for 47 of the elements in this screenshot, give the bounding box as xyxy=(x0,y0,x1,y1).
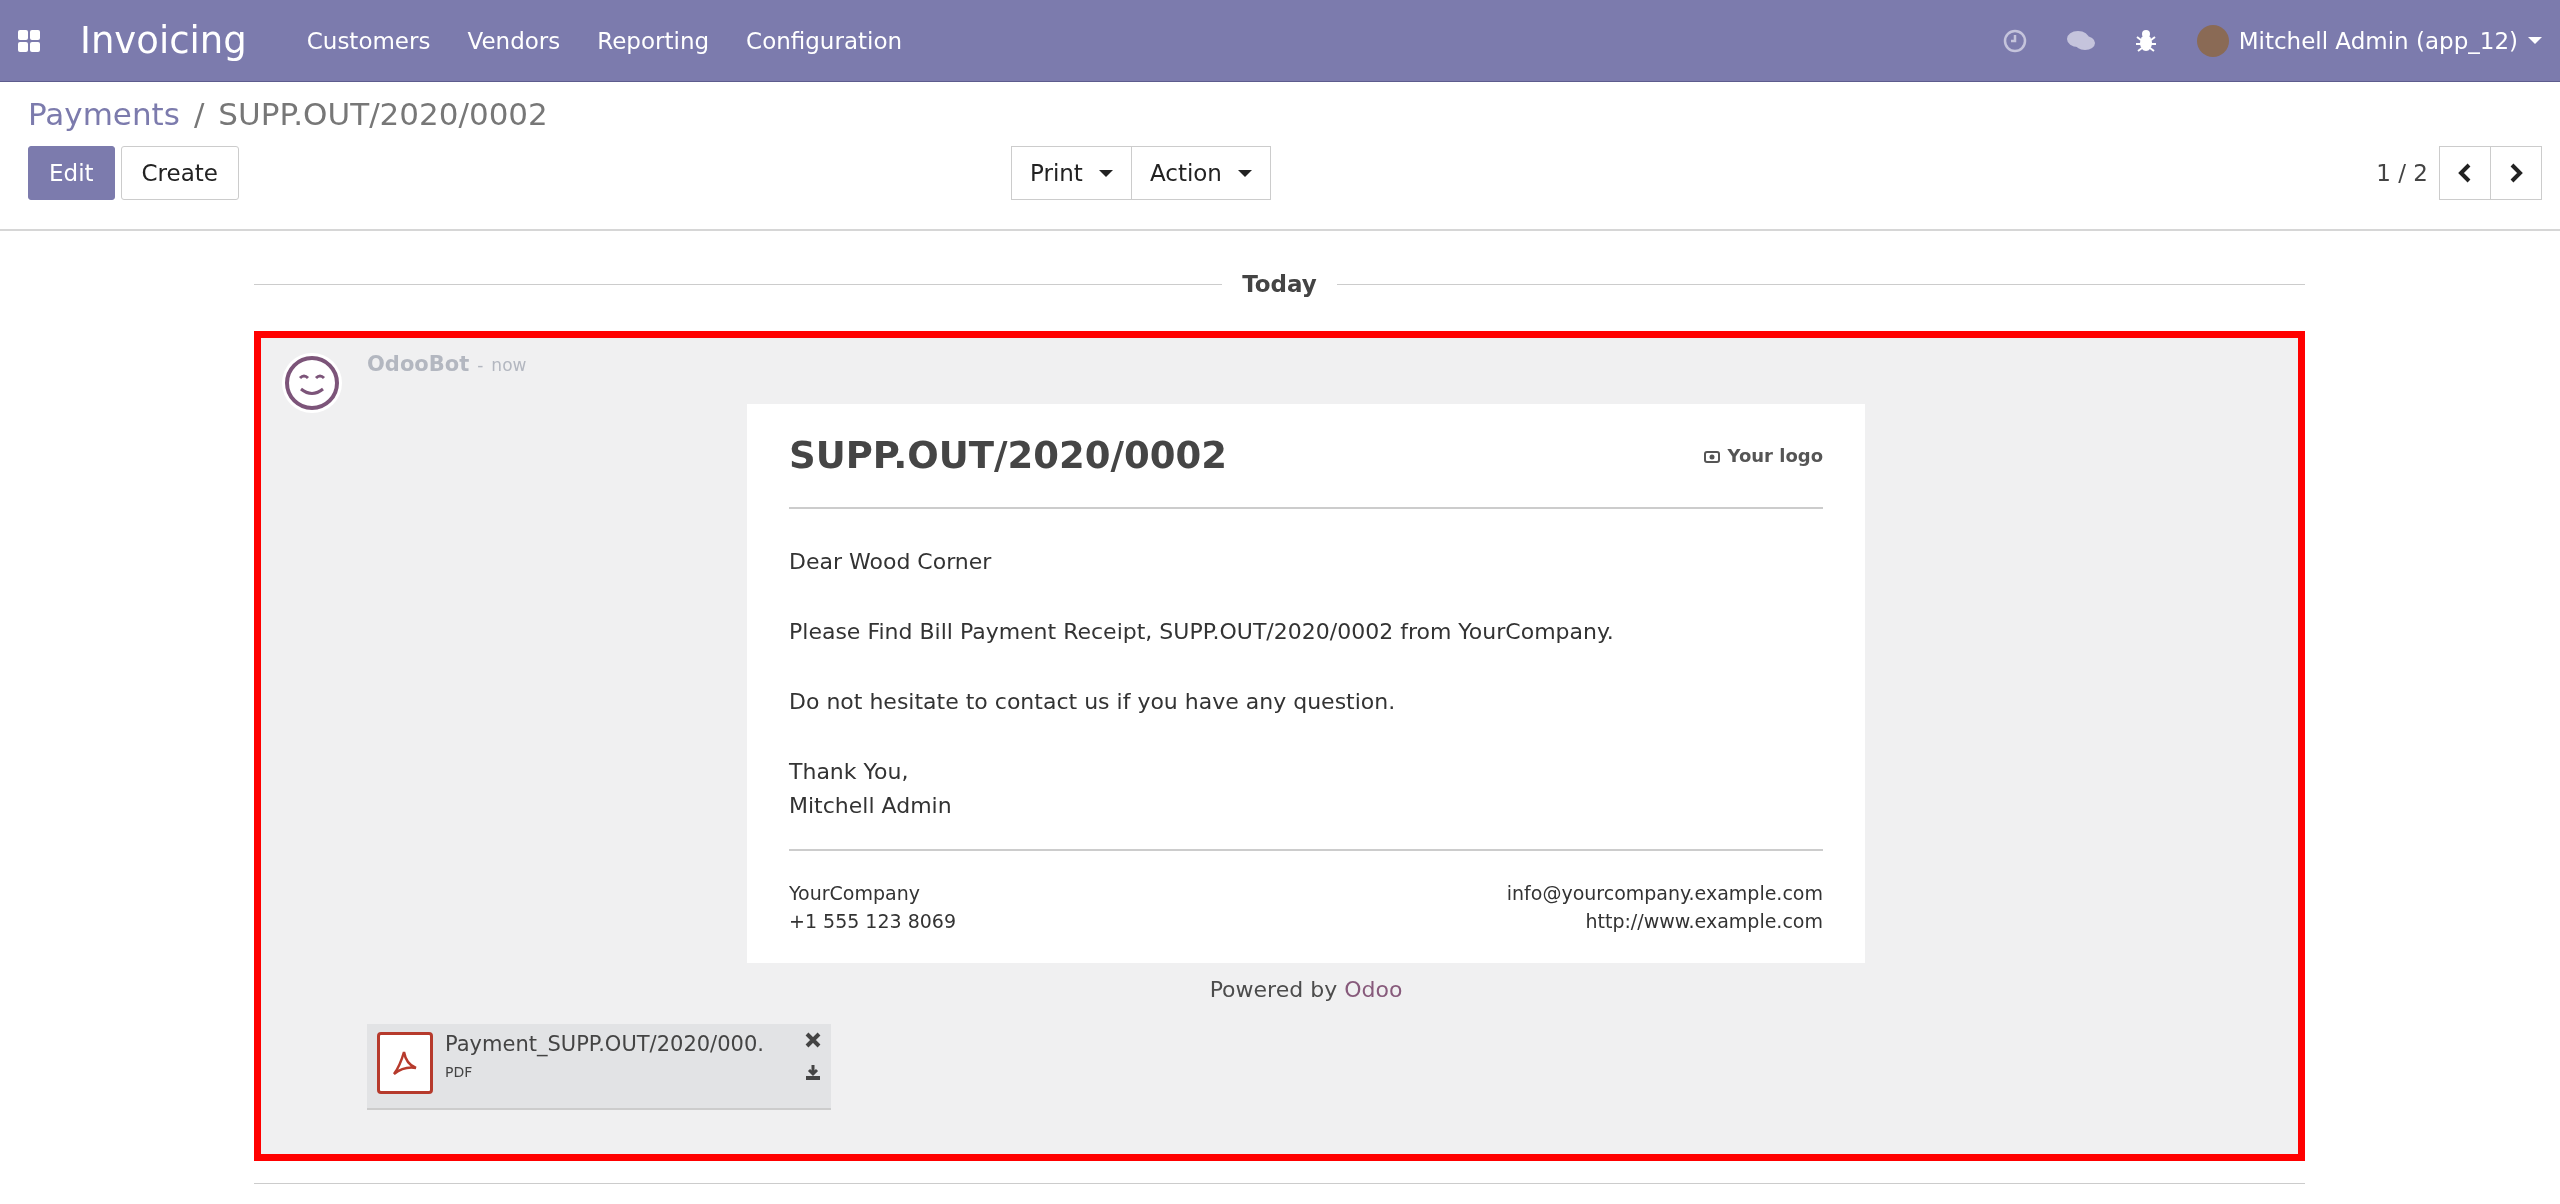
camera-icon xyxy=(1703,448,1720,463)
dropdown-button[interactable]: Action xyxy=(1130,146,1271,200)
email-paragraph: Dear Wood Corner xyxy=(789,548,993,576)
message-time: now xyxy=(491,355,527,375)
menu-item[interactable]: Configuration xyxy=(746,27,903,54)
company-info: +1 555 123 8069 xyxy=(789,909,956,934)
attachment-type: PDF xyxy=(445,1064,473,1080)
attachment-name: Payment_SUPP.OUT/2020/000. xyxy=(445,1032,764,1056)
caret-icon[interactable] xyxy=(2528,37,2542,44)
user-name[interactable]: Mitchell Admin (app_12) xyxy=(2238,27,2518,54)
contact-info: info@yourcompany.example.com xyxy=(1506,881,1823,906)
smiley-avatar-icon xyxy=(281,352,343,414)
dropdown-button[interactable]: Print xyxy=(1011,146,1132,200)
chat-icon[interactable] xyxy=(2066,29,2095,52)
menu-item[interactable]: Vendors xyxy=(467,27,561,54)
clock-icon[interactable] xyxy=(2002,28,2027,53)
attachment-card[interactable]: Payment_SUPP.OUT/2020/000. PDF xyxy=(367,1024,831,1110)
close-icon[interactable] xyxy=(805,1032,821,1048)
date-separator: Today xyxy=(1242,271,1317,297)
breadcrumb-separator: / xyxy=(193,96,205,132)
email-paragraph: Please Find Bill Payment Receipt, SUPP.OUT/2020/0002 from YourCompany. xyxy=(789,618,1615,646)
chevron-right-icon xyxy=(2508,163,2524,183)
email-paragraph: Do not hesitate to contact us if you have any question. xyxy=(789,688,1397,716)
powered-by-text: Powered by xyxy=(1209,977,1339,1002)
breadcrumb-link[interactable]: Payments xyxy=(28,96,180,132)
email-title: SUPP.OUT/2020/0002 xyxy=(789,434,1227,477)
download-icon[interactable] xyxy=(805,1064,821,1080)
create-button[interactable]: Create xyxy=(120,146,239,200)
menu-item[interactable]: Customers xyxy=(306,27,431,54)
apps-grid-icon[interactable] xyxy=(18,29,40,52)
company-info: YourCompany xyxy=(789,881,921,906)
email-paragraph: Thank You, Mitchell Admin xyxy=(789,758,953,820)
menu-item[interactable]: Reporting xyxy=(597,27,710,54)
pdf-icon xyxy=(377,1032,433,1094)
odoo-link[interactable]: Odoo xyxy=(1344,977,1403,1002)
next-button[interactable] xyxy=(2490,146,2542,200)
previous-button[interactable] xyxy=(2439,146,2491,200)
pager-value: 1 / 2 xyxy=(2376,160,2428,186)
chevron-left-icon xyxy=(2457,163,2473,183)
contact-info: http://www.example.com xyxy=(1584,909,1823,934)
bug-icon[interactable] xyxy=(2134,28,2157,53)
logo-text: Your logo xyxy=(1727,445,1823,466)
message-author: OdooBot xyxy=(367,352,470,376)
breadcrumb-current: SUPP.OUT/2020/0002 xyxy=(218,96,548,132)
edit-button[interactable]: Edit xyxy=(28,146,115,200)
message-separator: - xyxy=(477,355,484,375)
app-name: Invoicing xyxy=(80,19,247,62)
